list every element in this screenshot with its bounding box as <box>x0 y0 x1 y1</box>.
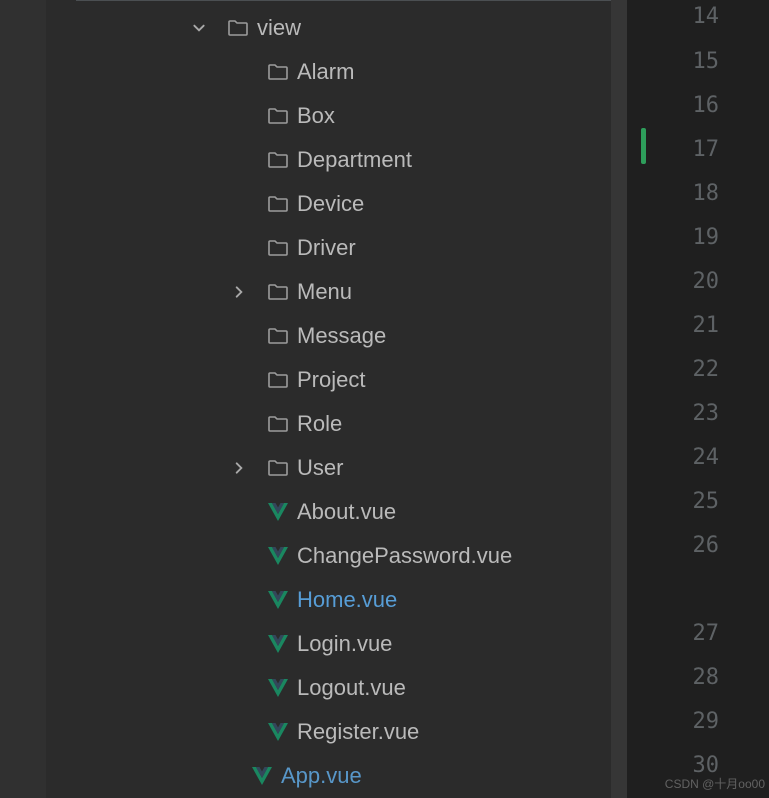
line-number[interactable]: 16 <box>659 93 719 118</box>
folder-icon <box>263 104 293 128</box>
vcs-modified-marker <box>641 128 646 164</box>
line-number[interactable]: 20 <box>659 269 719 294</box>
chevron-right-icon <box>231 285 247 299</box>
folder-label: Role <box>297 411 342 437</box>
folder-label: view <box>257 15 301 41</box>
folder-label: Menu <box>297 279 352 305</box>
folder-department[interactable]: Department <box>46 138 627 182</box>
folder-icon <box>263 324 293 348</box>
folder-view[interactable]: view <box>46 6 627 50</box>
folder-icon <box>263 456 293 480</box>
vue-icon <box>263 589 293 611</box>
file-label: Login.vue <box>297 631 392 657</box>
folder-user[interactable]: User <box>46 446 627 490</box>
line-number[interactable]: 24 <box>659 445 719 470</box>
folder-label: Driver <box>297 235 356 261</box>
chevron-right-icon <box>231 461 247 475</box>
vue-icon <box>263 545 293 567</box>
line-number[interactable]: 19 <box>659 225 719 250</box>
file-tree: view Alarm Box Department Device Driver Menu M… <box>46 2 627 798</box>
activity-bar <box>0 0 46 798</box>
folder-label: Department <box>297 147 412 173</box>
vue-icon <box>263 677 293 699</box>
folder-icon <box>263 280 293 304</box>
editor-gutter: 1415161718192021222324252627282930 <box>627 0 769 798</box>
line-number[interactable]: 17 <box>659 137 719 162</box>
folder-icon <box>263 60 293 84</box>
folder-alarm[interactable]: Alarm <box>46 50 627 94</box>
line-number[interactable]: 25 <box>659 489 719 514</box>
file-about-vue[interactable]: About.vue <box>46 490 627 534</box>
file-register-vue[interactable]: Register.vue <box>46 710 627 754</box>
folder-box[interactable]: Box <box>46 94 627 138</box>
line-number[interactable]: 15 <box>659 49 719 74</box>
folder-icon <box>263 192 293 216</box>
vue-icon <box>263 501 293 523</box>
file-label: Register.vue <box>297 719 419 745</box>
folder-menu[interactable]: Menu <box>46 270 627 314</box>
chevron-down-icon <box>191 21 207 35</box>
folder-icon <box>263 148 293 172</box>
line-number[interactable]: 18 <box>659 181 719 206</box>
file-changepassword-vue[interactable]: ChangePassword.vue <box>46 534 627 578</box>
file-login-vue[interactable]: Login.vue <box>46 622 627 666</box>
file-logout-vue[interactable]: Logout.vue <box>46 666 627 710</box>
line-number[interactable]: 22 <box>659 357 719 382</box>
vue-icon <box>263 721 293 743</box>
watermark: CSDN @十月oo00 <box>665 775 765 792</box>
line-number[interactable]: 29 <box>659 709 719 734</box>
folder-label: Message <box>297 323 386 349</box>
line-number[interactable]: 23 <box>659 401 719 426</box>
folder-project[interactable]: Project <box>46 358 627 402</box>
divider <box>76 0 615 1</box>
folder-device[interactable]: Device <box>46 182 627 226</box>
file-label: ChangePassword.vue <box>297 543 512 569</box>
folder-label: Alarm <box>297 59 354 85</box>
folder-label: Device <box>297 191 364 217</box>
folder-label: Project <box>297 367 365 393</box>
folder-label: User <box>297 455 343 481</box>
file-label: About.vue <box>297 499 396 525</box>
file-label: App.vue <box>281 763 362 789</box>
file-home-vue[interactable]: Home.vue <box>46 578 627 622</box>
line-number[interactable]: 21 <box>659 313 719 338</box>
line-number[interactable]: 28 <box>659 665 719 690</box>
folder-message[interactable]: Message <box>46 314 627 358</box>
file-app-vue[interactable]: App.vue <box>46 754 627 798</box>
folder-icon <box>223 16 253 40</box>
folder-icon <box>263 236 293 260</box>
folder-icon <box>263 412 293 436</box>
vue-icon <box>263 633 293 655</box>
line-number[interactable]: 14 <box>659 4 719 29</box>
folder-role[interactable]: Role <box>46 402 627 446</box>
folder-driver[interactable]: Driver <box>46 226 627 270</box>
line-number[interactable]: 27 <box>659 621 719 646</box>
file-label: Home.vue <box>297 587 397 613</box>
file-explorer: view Alarm Box Department Device Driver Menu M… <box>46 0 627 798</box>
scrollbar-track[interactable] <box>611 0 627 798</box>
folder-label: Box <box>297 103 335 129</box>
vue-icon <box>247 765 277 787</box>
line-number[interactable]: 26 <box>659 533 719 558</box>
folder-icon <box>263 368 293 392</box>
file-label: Logout.vue <box>297 675 406 701</box>
